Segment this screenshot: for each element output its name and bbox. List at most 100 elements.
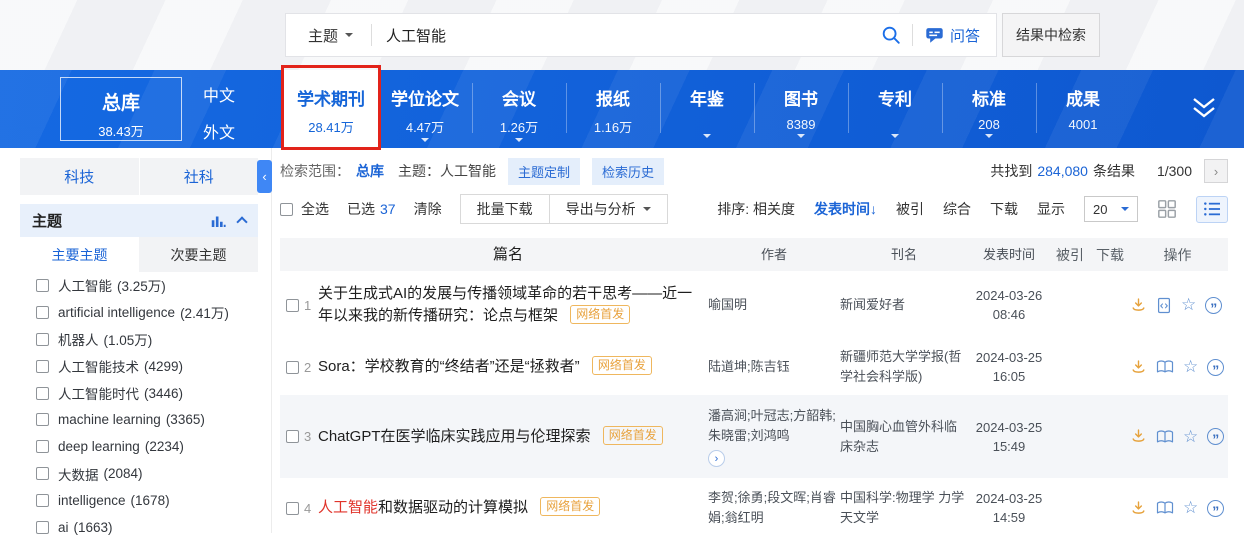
scope-label: 检索范围： (280, 161, 350, 181)
expand-more-databases-button[interactable] (1188, 96, 1220, 127)
article-title-link[interactable]: ChatGPT在医学临床实践应用与伦理探索 (318, 428, 591, 445)
nav-total-library[interactable]: 总库 38.43万 (60, 77, 182, 141)
journal-link[interactable]: 新闻爱好者 (840, 295, 968, 315)
topic-item[interactable]: artificial intelligence (2.41万) (0, 299, 272, 326)
download-icon[interactable] (1130, 428, 1147, 445)
journal-link[interactable]: 中国科学:物理学 力学 天文学 (840, 488, 968, 528)
collapse-group-icon[interactable] (236, 216, 247, 227)
lang-chinese[interactable]: 中文 (186, 82, 252, 106)
article-title-link[interactable]: Sora：学校教育的“终结者”还是“拯救者” (318, 358, 580, 375)
authors-link[interactable]: 潘高涧;叶冠志;方韶韩;朱晓雷;刘鸿鸣 (708, 408, 836, 443)
cite-quote-icon[interactable]: ” (1207, 428, 1224, 445)
download-icon[interactable] (1130, 500, 1147, 517)
chevron-down-icon (515, 138, 523, 146)
search-in-results-button[interactable]: 结果中检索 (1002, 13, 1100, 57)
batch-download-button[interactable]: 批量下载 (460, 194, 550, 224)
article-title-link[interactable]: 人工智能和数据驱动的计算模拟 (318, 499, 528, 516)
sidebar-collapse-button[interactable]: ‹ (257, 160, 272, 193)
topic-item[interactable]: 人工智能 (3.25万) (0, 272, 272, 299)
row-checkbox[interactable] (286, 299, 299, 312)
nav-tab-standards[interactable]: 标准 208 (942, 70, 1036, 148)
lang-foreign[interactable]: 外文 (186, 119, 252, 143)
topic-checkbox[interactable] (36, 467, 49, 480)
total-label: 总库 (61, 88, 181, 115)
nav-tab-patents[interactable]: 专利 (848, 70, 942, 148)
nav-tab-books[interactable]: 图书 8389 (754, 70, 848, 148)
book-read-icon[interactable] (1156, 429, 1174, 445)
authors-link[interactable]: 李贺;徐勇;段文晖;肖睿娟;翁红明 (708, 488, 840, 528)
topic-item[interactable]: 人工智能时代 (3446) (0, 380, 272, 407)
topic-checkbox[interactable] (36, 333, 49, 346)
topic-item[interactable]: 机器人 (1.05万) (0, 326, 272, 353)
topic-checkbox[interactable] (36, 387, 49, 400)
search-button[interactable] (870, 24, 912, 46)
search-input[interactable] (372, 27, 870, 44)
html-read-icon[interactable] (1156, 297, 1172, 314)
sort-comprehensive[interactable]: 综合 (943, 199, 971, 219)
topic-checkbox[interactable] (36, 360, 49, 373)
subtab-secondary-topic[interactable]: 次要主题 (139, 237, 258, 272)
topic-checkbox[interactable] (36, 279, 49, 292)
download-icon[interactable] (1130, 359, 1147, 376)
nav-tab-dissertations[interactable]: 学位论文 4.47万 (378, 70, 472, 148)
nav-tab-yearbooks[interactable]: 年鉴 (660, 70, 754, 148)
nav-tab-achievements[interactable]: 成果 4001 (1036, 70, 1130, 148)
search-field-selector[interactable]: 主题 (286, 25, 371, 46)
tab-social-science[interactable]: 社科 (140, 158, 259, 195)
topic-checkbox[interactable] (36, 521, 49, 534)
clear-selection-button[interactable]: 清除 (414, 199, 442, 219)
authors-link[interactable]: 陆道坤;陈吉钰 (708, 357, 840, 377)
cite-quote-icon[interactable]: ” (1205, 297, 1222, 314)
favorite-star-icon[interactable]: ☆ (1183, 427, 1198, 447)
topic-checkbox[interactable] (36, 413, 49, 426)
bar-chart-icon[interactable] (211, 214, 226, 228)
journal-link[interactable]: 新疆师范大学学报(哲学社会科学版) (840, 347, 968, 387)
select-all-label[interactable]: 全选 (301, 199, 329, 219)
book-read-icon[interactable] (1156, 500, 1174, 516)
topic-checkbox[interactable] (36, 494, 49, 507)
subtab-main-topic[interactable]: 主要主题 (20, 237, 139, 272)
topic-item[interactable]: ai (1663) (0, 514, 272, 541)
grid-view-button[interactable] (1157, 199, 1177, 219)
sort-cited[interactable]: 被引 (896, 199, 924, 219)
favorite-star-icon[interactable]: ☆ (1181, 295, 1196, 315)
row-checkbox[interactable] (286, 361, 299, 374)
favorite-star-icon[interactable]: ☆ (1183, 498, 1198, 518)
nav-tab-conferences[interactable]: 会议 1.26万 (472, 70, 566, 148)
journal-link[interactable]: 中国胸心血管外科临床杂志 (840, 417, 968, 457)
topic-checkbox[interactable] (36, 306, 49, 319)
row-checkbox[interactable] (286, 502, 299, 515)
cite-quote-icon[interactable]: ” (1207, 500, 1224, 517)
sort-publish-time[interactable]: 发表时间↓ (814, 199, 877, 219)
page-size-select[interactable]: 20 (1084, 196, 1138, 222)
sort-downloads[interactable]: 下载 (990, 199, 1018, 219)
list-view-button[interactable] (1196, 196, 1228, 223)
topic-item[interactable]: machine learning (3365) (0, 406, 272, 433)
next-page-button[interactable]: › (1204, 159, 1228, 183)
favorite-star-icon[interactable]: ☆ (1183, 357, 1198, 377)
topic-item[interactable]: 大数据 (2084) (0, 460, 272, 487)
book-read-icon[interactable] (1156, 359, 1174, 375)
topic-item[interactable]: 人工智能技术 (4299) (0, 353, 272, 380)
download-icon[interactable] (1130, 297, 1147, 314)
select-all-checkbox[interactable] (280, 203, 293, 216)
export-analyze-button[interactable]: 导出与分析 (549, 194, 668, 224)
sort-relevance[interactable]: 相关度 (753, 201, 795, 217)
row-checkbox[interactable] (286, 430, 299, 443)
tab-sci-tech[interactable]: 科技 (20, 158, 139, 195)
topic-custom-button[interactable]: 主题定制 (508, 158, 580, 185)
qa-button[interactable]: 问答 (913, 25, 996, 46)
topic-group-title: 主题 (32, 210, 62, 231)
article-title-link[interactable]: 关于生成式AI的发展与传播领域革命的若干思考——近一年以来我的新传播研究：论点与… (318, 285, 692, 324)
expand-authors-button[interactable]: › (708, 450, 725, 467)
scope-value[interactable]: 总库 (356, 161, 384, 181)
topic-checkbox[interactable] (36, 440, 49, 453)
authors-link[interactable]: 喻国明 (708, 295, 840, 315)
row-number: 2 (304, 360, 311, 375)
nav-tab-newspapers[interactable]: 报纸 1.16万 (566, 70, 660, 148)
topic-item[interactable]: deep learning (2234) (0, 433, 272, 460)
cite-quote-icon[interactable]: ” (1207, 359, 1224, 376)
search-history-button[interactable]: 检索历史 (592, 158, 664, 185)
nav-tab-academic-journals[interactable]: 学术期刊 28.41万 (284, 70, 378, 148)
topic-item[interactable]: intelligence (1678) (0, 487, 272, 514)
